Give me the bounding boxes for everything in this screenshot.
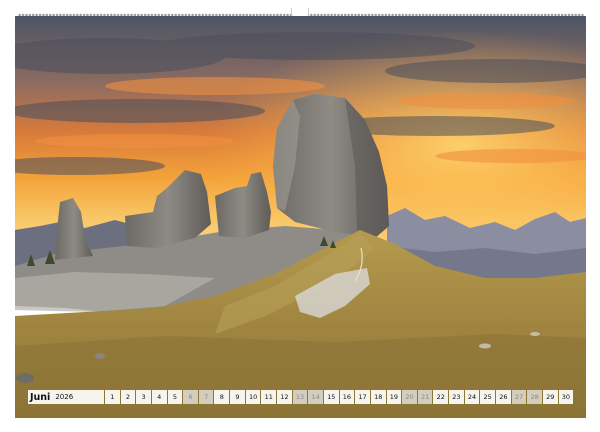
day-cell: 1 (105, 390, 120, 404)
day-cell: 14 (308, 390, 323, 404)
day-cell: 27 (511, 390, 527, 404)
day-cell: 15 (323, 390, 339, 404)
calendar-page: Juni 2026 1 2 3 4 5 6 7 8 9 10 11 12 13 14 15 16 17 18 19 2… (0, 0, 600, 432)
landscape-photo (15, 16, 586, 418)
day-cell: 21 (417, 390, 433, 404)
day-cell: 10 (245, 390, 261, 404)
day-cell: 16 (339, 390, 355, 404)
day-cell: 22 (433, 390, 449, 404)
day-cells: 1 2 3 4 5 6 7 8 9 10 11 12 13 14 15 16 17 18 19 20 21 22 23 24 2… (105, 390, 574, 404)
day-cell: 29 (542, 390, 558, 404)
day-cell: 18 (370, 390, 386, 404)
day-cell: 17 (355, 390, 370, 404)
day-cell: 11 (261, 390, 277, 404)
day-cell: 4 (151, 390, 167, 404)
day-cell: 24 (464, 390, 480, 404)
day-cell: 9 (230, 390, 245, 404)
day-cell: 12 (277, 390, 292, 404)
day-cell: 8 (214, 390, 230, 404)
day-cell: 20 (402, 390, 417, 404)
day-cell: 3 (136, 390, 151, 404)
day-cell: 19 (386, 390, 402, 404)
day-cell: 6 (183, 390, 198, 404)
day-cell: 28 (527, 390, 542, 404)
day-cell: 7 (198, 390, 214, 404)
day-cell: 26 (496, 390, 511, 404)
calendar-strip: Juni 2026 1 2 3 4 5 6 7 8 9 10 11 12 13 14 15 16 17 18 19 2… (28, 390, 574, 404)
day-cell: 25 (480, 390, 496, 404)
day-cell: 30 (558, 390, 574, 404)
month-name: Juni (30, 391, 51, 403)
day-cell: 23 (449, 390, 464, 404)
day-cell: 13 (292, 390, 308, 404)
day-cell: 5 (167, 390, 183, 404)
year-label: 2026 (55, 393, 74, 401)
month-label: Juni 2026 (28, 390, 104, 404)
day-cell: 2 (120, 390, 136, 404)
